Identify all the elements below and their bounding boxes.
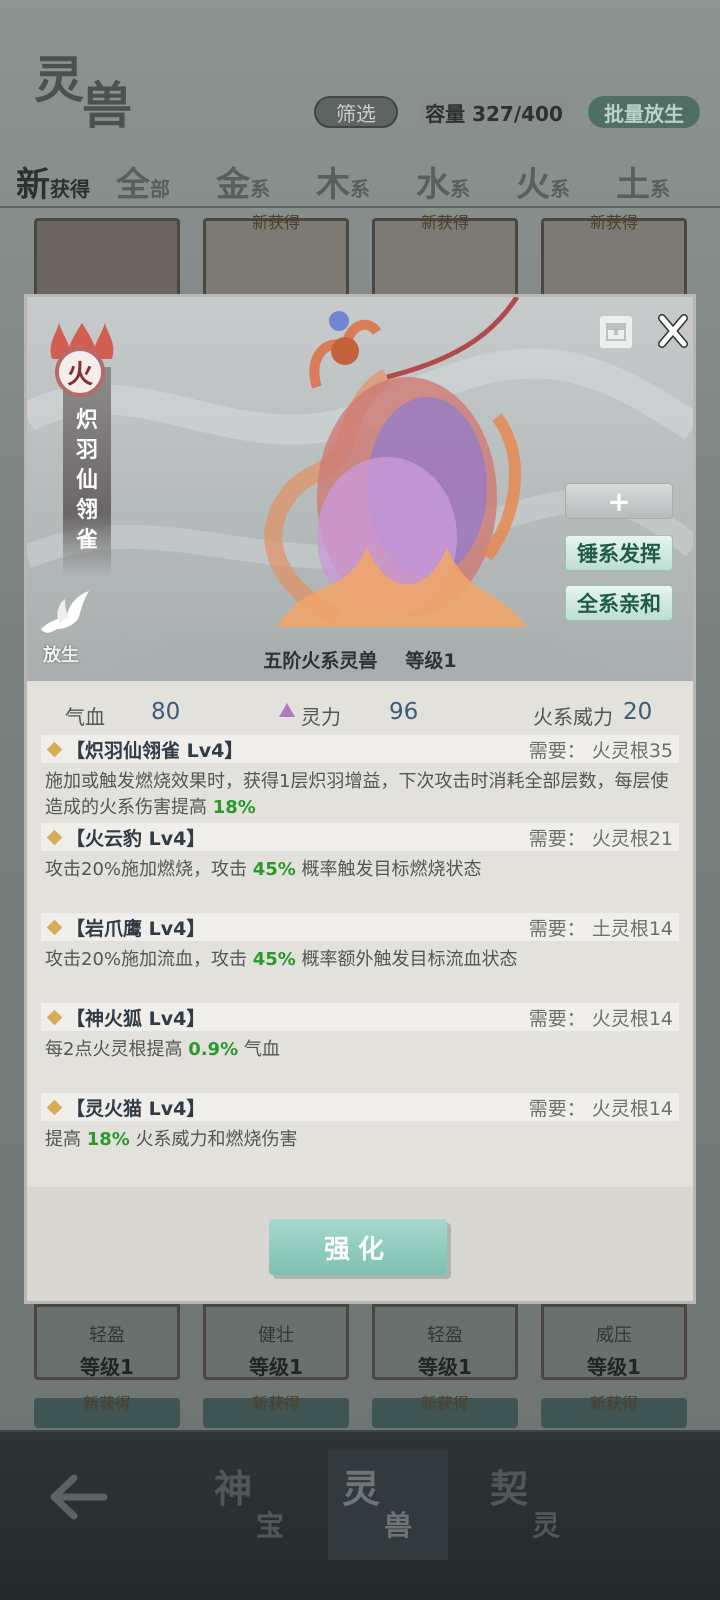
beast-hero: 火 炽羽仙翎雀 放生 + 锤系发挥 全系亲和 五阶火系灵 — [27, 297, 693, 681]
beast-card[interactable]: 新获得 — [203, 1394, 349, 1428]
beast-card[interactable]: 新获得 — [541, 1394, 687, 1428]
fire-power-value: 20 — [623, 699, 653, 725]
tab-all[interactable]: 全部 — [116, 157, 216, 206]
skill-header: 【岩爪鹰 Lv4】 需要： 土灵根14 — [41, 913, 679, 941]
beast-level: 等级1 — [405, 649, 457, 672]
skill-description: 攻击20%施加流血，攻击 45% 概率额外触发目标流血状态 — [45, 949, 518, 970]
phoenix-illustration — [264, 297, 527, 627]
skill-title: 【灵火猫 Lv4】 — [66, 1097, 206, 1120]
skill-header: 【灵火猫 Lv4】 需要： 火灵根14 — [41, 1093, 679, 1121]
skill-requirement: 需要： 火灵根21 — [528, 827, 673, 850]
tab-water[interactable]: 水系 — [416, 157, 516, 206]
bottom-nav: 神宝 灵兽 契灵 — [0, 1430, 720, 1600]
hp-label: 气血 — [65, 705, 105, 729]
add-affix-button[interactable]: + — [565, 483, 673, 519]
batch-release-button[interactable]: 批量放生 — [588, 96, 700, 128]
capacity-display: 容量 327/400 — [418, 96, 570, 128]
nav-contract[interactable]: 契灵 — [476, 1450, 596, 1560]
skill-requirement: 需要： 火灵根14 — [528, 1097, 673, 1120]
skill-requirement: 需要： 土灵根14 — [528, 917, 673, 940]
skill-description: 提高 18% 火系威力和燃烧伤害 — [45, 1129, 298, 1150]
beast-card[interactable]: 健壮 等级1 — [203, 1304, 349, 1380]
skill-title: 【神火狐 Lv4】 — [66, 1007, 206, 1030]
beast-card[interactable]: 轻盈 等级1 — [34, 1304, 180, 1380]
skill-description: 每2点火灵根提高 0.9% 气血 — [45, 1039, 280, 1060]
tab-new[interactable]: 新获得 — [16, 157, 116, 206]
tab-fire[interactable]: 火系 — [516, 157, 616, 206]
diamond-icon — [46, 1099, 63, 1115]
skill-header: 【神火狐 Lv4】 需要： 火灵根14 — [41, 1003, 679, 1031]
hp-value: 80 — [151, 699, 181, 725]
skill-requirement: 需要： 火灵根14 — [528, 1007, 673, 1030]
skill-entry: 【火云豹 Lv4】 需要： 火灵根21 攻击20%施加燃烧，攻击 45% 概率触… — [41, 823, 679, 883]
stats-row: 气血 80 灵力 96 火系威力 20 — [27, 681, 693, 743]
diamond-icon — [46, 1009, 63, 1025]
beast-name: 炽羽仙翎雀 — [75, 407, 98, 553]
nav-treasure[interactable]: 神宝 — [200, 1450, 320, 1560]
hammer-affix-button[interactable]: 锤系发挥 — [565, 535, 673, 571]
enhance-area: 强化 — [27, 1187, 693, 1301]
skill-entry: 【灵火猫 Lv4】 需要： 火灵根14 提高 18% 火系威力和燃烧伤害 — [41, 1093, 679, 1153]
beast-card[interactable]: 威压 等级1 — [541, 1304, 687, 1380]
screen-title-char1: 灵 — [34, 50, 84, 109]
skill-header: 【火云豹 Lv4】 需要： 火灵根21 — [41, 823, 679, 851]
element-tabs: 新获得 全部 金系 木系 水系 火系 土系 — [0, 148, 720, 208]
enhance-button[interactable]: 强化 — [269, 1219, 447, 1275]
skill-entry: 【炽羽仙翎雀 Lv4】 需要： 火灵根35 施加或触发燃烧效果时，获得1层炽羽增… — [41, 735, 679, 821]
fire-element-badge: 火 — [55, 347, 105, 397]
filter-button[interactable]: 筛选 — [314, 96, 398, 128]
close-icon — [658, 314, 688, 348]
all-affinity-button[interactable]: 全系亲和 — [565, 585, 673, 621]
skill-header: 【炽羽仙翎雀 Lv4】 需要： 火灵根35 — [41, 735, 679, 763]
diamond-icon — [46, 741, 63, 757]
skill-entry: 【神火狐 Lv4】 需要： 火灵根14 每2点火灵根提高 0.9% 气血 — [41, 1003, 679, 1063]
nav-spirit-beast[interactable]: 灵兽 — [328, 1450, 448, 1560]
beast-detail-modal: 火 炽羽仙翎雀 放生 + 锤系发挥 全系亲和 五阶火系灵 — [24, 294, 696, 1304]
beast-card[interactable]: 新获得 — [34, 1394, 180, 1428]
dove-icon — [41, 591, 89, 633]
skill-title: 【岩爪鹰 Lv4】 — [66, 917, 206, 940]
skill-title: 【火云豹 Lv4】 — [66, 827, 206, 850]
tab-wood[interactable]: 木系 — [316, 157, 416, 206]
lock-icon — [606, 323, 626, 341]
spirit-label: 灵力 — [301, 705, 341, 729]
back-arrow-icon[interactable] — [48, 1472, 108, 1522]
close-button[interactable] — [655, 311, 691, 351]
tab-metal[interactable]: 金系 — [216, 157, 316, 206]
screen-title: 灵 兽 — [24, 30, 154, 135]
diamond-icon — [46, 919, 63, 935]
skill-requirement: 需要： 火灵根35 — [528, 739, 673, 762]
skill-description: 施加或触发燃烧效果时，获得1层炽羽增益，下次攻击时消耗全部层数，每层使造成的火系… — [45, 771, 669, 818]
beast-card[interactable]: 新获得 — [372, 1394, 518, 1428]
lock-button[interactable] — [599, 315, 633, 349]
rank-bar: 五阶火系灵兽 等级1 — [27, 639, 693, 679]
beast-card[interactable]: 轻盈 等级1 — [372, 1304, 518, 1380]
spirit-value: 96 — [389, 699, 419, 725]
screen-title-char2: 兽 — [82, 76, 132, 135]
spirit-triangle-icon — [279, 703, 295, 717]
beast-rank: 五阶火系灵兽 — [263, 649, 378, 672]
fire-power-label: 火系威力 — [533, 705, 613, 729]
skill-title: 【炽羽仙翎雀 Lv4】 — [66, 739, 244, 762]
diamond-icon — [46, 829, 63, 845]
skill-entry: 【岩爪鹰 Lv4】 需要： 土灵根14 攻击20%施加流血，攻击 45% 概率额… — [41, 913, 679, 973]
skill-description: 攻击20%施加燃烧，攻击 45% 概率触发目标燃烧状态 — [45, 859, 482, 880]
tab-earth[interactable]: 土系 — [616, 157, 716, 206]
